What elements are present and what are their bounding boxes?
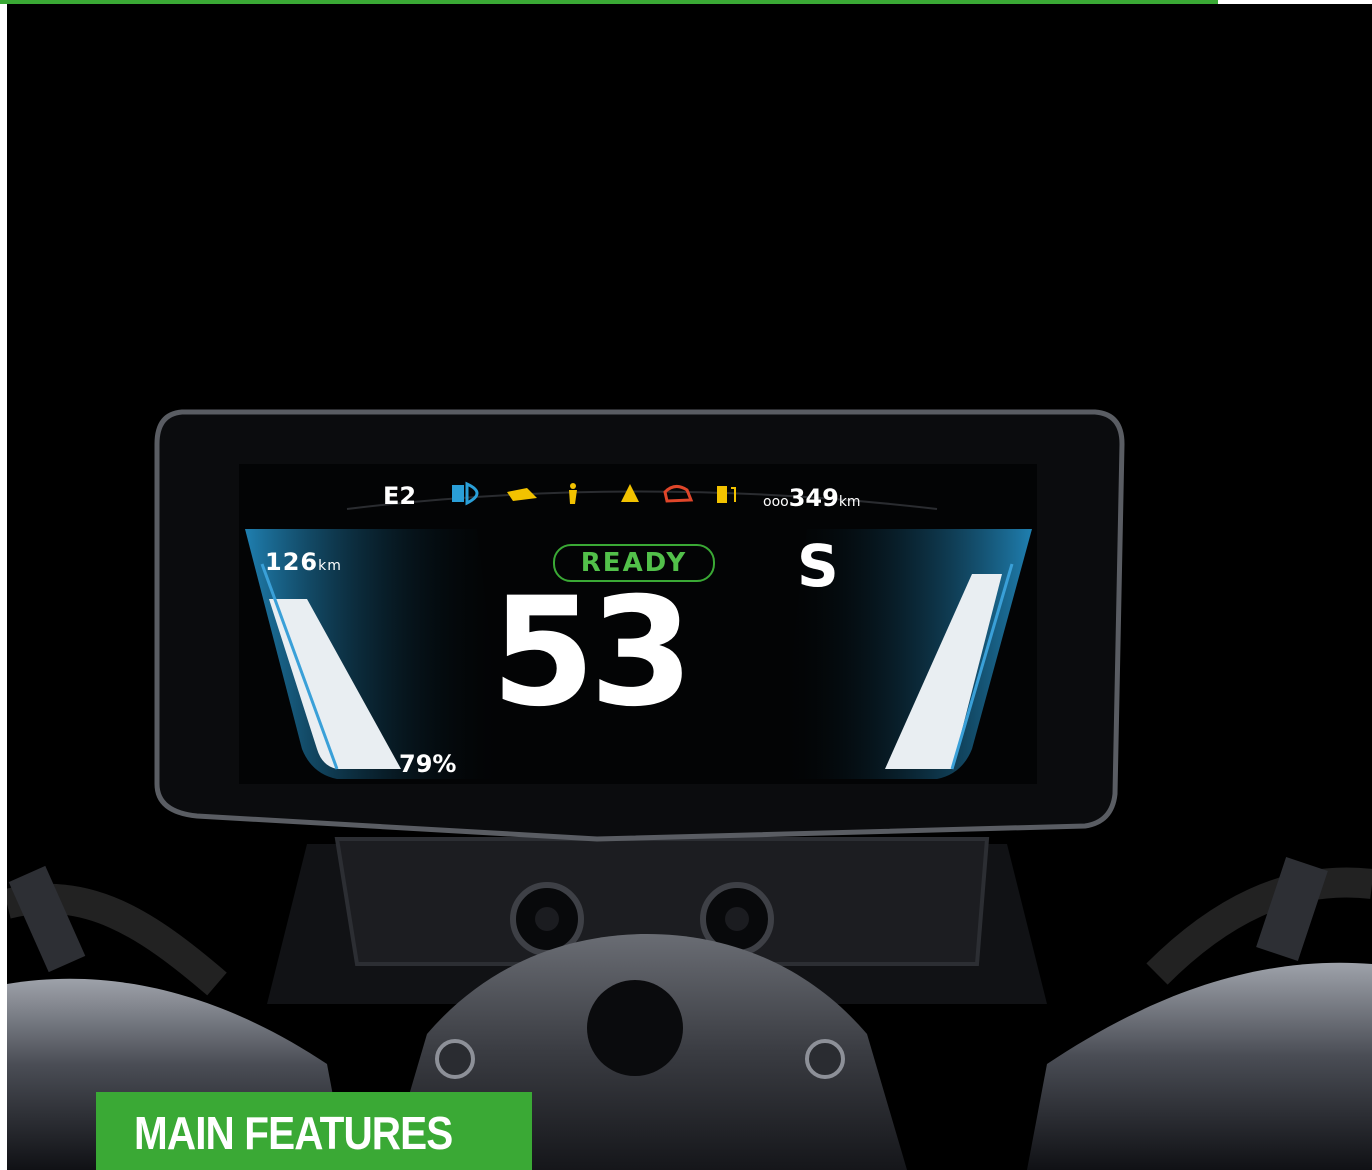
dashboard-photo: E2 126km 79% ooo349km READY S 53 (7, 4, 1372, 1170)
odometer: ooo349km (763, 484, 861, 512)
battery-level: 79% (399, 750, 457, 778)
main-features-label: MAIN FEATURES (134, 1107, 453, 1159)
motorcycle-illustration (7, 409, 1372, 1170)
speed-readout: 53 (491, 566, 694, 740)
gear-mode: S (797, 532, 839, 600)
trip-range: 126km (265, 548, 342, 576)
main-features-badge: MAIN FEATURES (96, 1092, 532, 1170)
mode-code: E2 (383, 482, 417, 510)
